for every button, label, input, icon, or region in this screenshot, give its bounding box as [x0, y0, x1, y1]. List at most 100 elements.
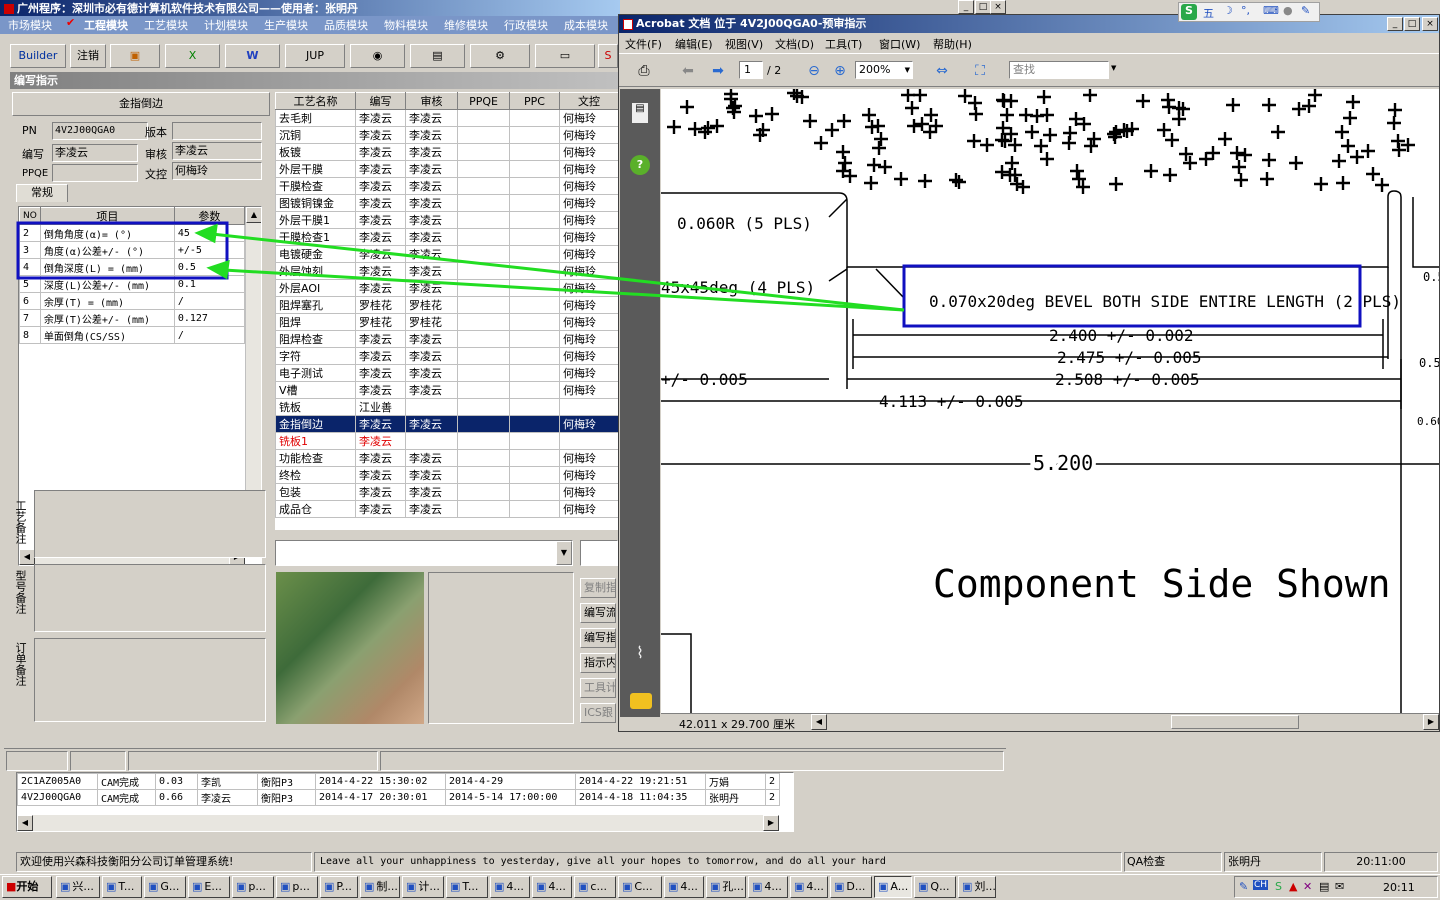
process-row[interactable]: 电子测试 李凌云 李凌云 何梅玲	[275, 364, 618, 382]
orders-hscroll[interactable]: ◀ ▶	[17, 815, 779, 831]
process-header-cell[interactable]: 编写	[355, 92, 406, 110]
taskbar-item[interactable]: ▣ T...	[446, 876, 488, 898]
computer-icon[interactable]: ▭	[535, 44, 595, 68]
params-header-item[interactable]: 项目	[39, 207, 175, 225]
params-cell-value[interactable]: /	[173, 292, 246, 310]
taskbar-item[interactable]: ▣ 孔...	[706, 876, 746, 898]
tray-network-icon[interactable]: ▤	[1319, 880, 1329, 893]
ime-mode-label[interactable]: 五	[1203, 5, 1214, 21]
side-action-button[interactable]: 工具计	[580, 678, 616, 698]
attachment-icon[interactable]: ⌇	[630, 643, 650, 663]
logout-button[interactable]: 注销	[70, 44, 106, 68]
tab-general[interactable]: 常规	[16, 184, 68, 202]
tray-red-icon[interactable]: ▲	[1289, 880, 1297, 893]
process-row[interactable]: 外层蚀刻 李凌云 李凌云 何梅玲	[275, 262, 618, 280]
taskbar-item[interactable]: ▣ 4...	[664, 876, 704, 898]
side-action-button[interactable]: 编写流	[580, 603, 616, 623]
acrobat-menu-item[interactable]: 工具(T)	[825, 36, 862, 52]
process-row[interactable]: V槽 李凌云 李凌云 何梅玲	[275, 381, 618, 399]
order-note-field[interactable]	[34, 638, 266, 722]
comments-icon[interactable]	[630, 693, 652, 709]
doc-hscroll-thumb[interactable]	[1171, 715, 1299, 729]
ime-punct-icon[interactable]: °,	[1241, 4, 1250, 17]
module-menu-item[interactable]: 成本模块	[564, 17, 608, 33]
process-row[interactable]: 电镀硬金 李凌云 李凌云 何梅玲	[275, 245, 618, 263]
acrobat-menu-item[interactable]: 视图(V)	[725, 36, 763, 52]
fit-width-icon[interactable]: ⇔	[931, 60, 953, 82]
aux-field[interactable]	[580, 540, 618, 566]
taskbar-item[interactable]: ▣ 4...	[532, 876, 572, 898]
module-menu-item[interactable]: 物料模块	[384, 17, 428, 33]
tray-x-icon[interactable]: ✕	[1303, 880, 1312, 893]
main-close-button[interactable]: ×	[990, 0, 1006, 14]
process-row[interactable]: 外层干膜 李凌云 李凌云 何梅玲	[275, 160, 618, 178]
process-row[interactable]: 终检 李凌云 李凌云 何梅玲	[275, 466, 618, 484]
module-menu-item[interactable]: 品质模块	[324, 17, 368, 33]
process-row[interactable]: 外层AOI 李凌云 李凌云 何梅玲	[275, 279, 618, 297]
module-menu-item[interactable]: 生产模块	[264, 17, 308, 33]
tray-ime-icon[interactable]: S	[1275, 880, 1282, 893]
help-icon[interactable]: ?	[630, 155, 650, 175]
params-row[interactable]: 3 角度(α)公差+/- (°) +/-5	[19, 241, 246, 259]
order-row[interactable]: 2C1AZ005A0 CAM完成 0.03 李凯 衡阳P3 2014-4-22 15:30…	[17, 773, 780, 790]
taskbar-item[interactable]: ▣ Q...	[914, 876, 956, 898]
find-chevron-icon[interactable]: ▼	[1111, 64, 1116, 72]
process-row[interactable]: 阻焊检查 李凌云 李凌云 何梅玲	[275, 330, 618, 348]
process-row[interactable]: 功能检查 李凌云 李凌云 何梅玲	[275, 449, 618, 467]
side-action-button[interactable]: 编写指	[580, 628, 616, 648]
main-maximize-button[interactable]: □	[975, 0, 991, 14]
print-icon[interactable]: ⎙	[633, 60, 655, 82]
taskbar-item[interactable]: ▣ E...	[188, 876, 230, 898]
tray-clock[interactable]: 20:11	[1383, 881, 1415, 894]
zoom-select[interactable]: 200% ▼	[855, 61, 913, 79]
ime-halfwidth-icon[interactable]: ☽	[1223, 4, 1233, 17]
process-row[interactable]: 去毛刺 李凌云 李凌云 何梅玲	[275, 109, 618, 127]
start-button[interactable]: ■开始	[2, 876, 52, 898]
process-row[interactable]: 阻焊塞孔 罗桂花 罗桂花 何梅玲	[275, 296, 618, 314]
zoom-in-icon[interactable]: ⊕	[829, 60, 851, 82]
taskbar-item[interactable]: ▣ 制...	[360, 876, 400, 898]
process-row[interactable]: 图镀铜镍金 李凌云 李凌云 何梅玲	[275, 194, 618, 212]
params-header-no[interactable]: NO	[19, 207, 41, 225]
builder-button[interactable]: Builder	[10, 44, 66, 68]
ppqe-field[interactable]	[52, 164, 138, 182]
module-menu-item[interactable]: 行政模块	[504, 17, 548, 33]
taskbar-item[interactable]: ▣ 4...	[790, 876, 828, 898]
taskbar-item[interactable]: ▣ A...	[874, 876, 912, 898]
doc-scroll-left-icon[interactable]: ◀	[811, 714, 827, 730]
find-input[interactable]: 查找	[1009, 61, 1109, 79]
eye-icon[interactable]: ◉	[350, 44, 405, 68]
process-header-cell[interactable]: 工艺名称	[275, 92, 356, 110]
report-icon[interactable]: ▣	[110, 44, 160, 68]
taskbar-item[interactable]: ▣ D...	[830, 876, 872, 898]
params-row[interactable]: 2 倒角角度(α)= (°) 45	[19, 224, 246, 242]
acrobat-maximize-button[interactable]: □	[1404, 17, 1420, 31]
zoom-out-icon[interactable]: ⊖	[803, 60, 825, 82]
side-action-button[interactable]: 复制指	[580, 578, 616, 598]
process-row[interactable]: 干膜检查 李凌云 李凌云 何梅玲	[275, 177, 618, 195]
process-row[interactable]: 字符 李凌云 李凌云 何梅玲	[275, 347, 618, 365]
acrobat-menu-item[interactable]: 帮助(H)	[933, 36, 972, 52]
process-row[interactable]: 铣板 江业善	[275, 398, 618, 416]
side-action-button[interactable]: ICS跟	[580, 703, 616, 723]
review-field[interactable]: 李凌云	[172, 142, 262, 160]
page-number-input[interactable]: 1	[739, 61, 763, 79]
jup-button[interactable]: JUP	[285, 44, 345, 68]
module-menu-item[interactable]: 工程模块	[84, 17, 128, 33]
process-row[interactable]: 外层干膜1 李凌云 李凌云 何梅玲	[275, 211, 618, 229]
params-cell-value[interactable]: +/-5	[173, 241, 246, 259]
params-row[interactable]: 5 深度(L)公差+/- (mm) 0.1	[19, 275, 246, 293]
process-header-cell[interactable]: 文控	[559, 92, 618, 110]
acrobat-minimize-button[interactable]: _	[1387, 17, 1403, 31]
taskbar-item[interactable]: ▣ T...	[102, 876, 142, 898]
taskbar-item[interactable]: ▣ C...	[618, 876, 662, 898]
database-icon[interactable]: ▤	[410, 44, 465, 68]
params-cell-value[interactable]: 45	[173, 224, 246, 242]
taskbar-item[interactable]: ▣ c...	[574, 876, 616, 898]
version-field[interactable]	[172, 122, 262, 140]
exit-icon[interactable]: S	[598, 44, 618, 68]
module-menu-item[interactable]: 市场模块	[8, 17, 52, 33]
taskbar-item[interactable]: ▣ 4...	[490, 876, 530, 898]
params-cell-value[interactable]: 0.5	[173, 258, 246, 276]
params-row[interactable]: 8 单面倒角(CS/SS) /	[19, 326, 246, 344]
